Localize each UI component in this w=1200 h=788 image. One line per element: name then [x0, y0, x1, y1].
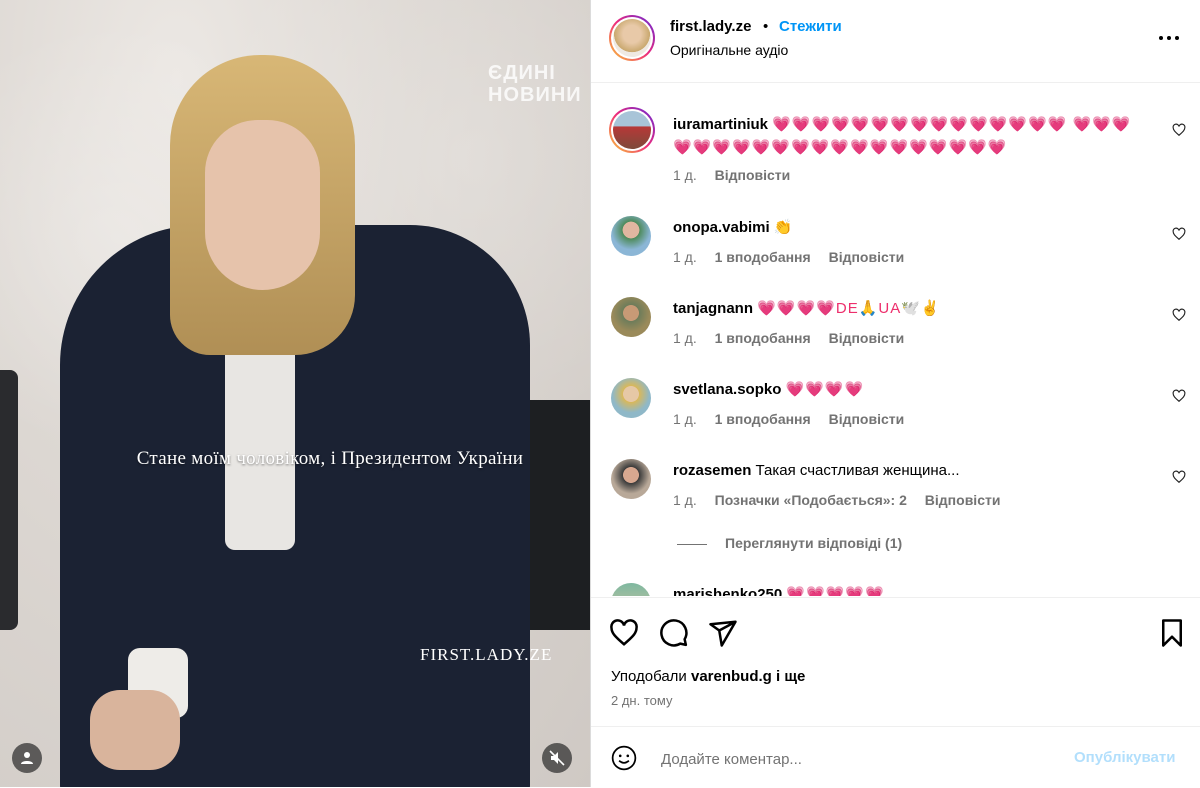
post-comment-button[interactable]: Опублікувати [1074, 749, 1175, 766]
separator-dot: • [763, 18, 769, 35]
bookmark-icon[interactable] [1157, 618, 1187, 648]
comment-text: iuramartiniuk 💗💗💗💗💗💗💗💗💗💗💗💗💗💗💗 💗💗💗💗💗💗💗💗💗💗… [673, 113, 1143, 159]
comment-likes[interactable]: 1 вподобання [715, 249, 811, 265]
post-side-panel: first.lady.ze • Стежити Оригінальне ауді… [591, 0, 1200, 787]
commenter-username[interactable]: tanjagnann [673, 300, 753, 317]
comment-text: rozasemen Такая счастливая женщина... [673, 459, 1143, 482]
likes-prefix: Уподобали [611, 668, 687, 685]
comment-body: 💗💗💗💗 [785, 381, 865, 398]
author-avatar[interactable] [609, 15, 655, 61]
person-hand [90, 690, 180, 770]
reply-button[interactable]: Відповісти [829, 330, 905, 346]
likes-user[interactable]: varenbud.g [691, 668, 772, 685]
view-replies-button[interactable]: Переглянути відповіді (1) [677, 535, 902, 551]
comment-meta: 1 д. Позначки «Подобається»: 2 Відповіст… [673, 492, 1014, 508]
comment-input[interactable] [659, 745, 1053, 773]
share-icon[interactable] [708, 618, 738, 648]
post-header: first.lady.ze • Стежити Оригінальне ауді… [591, 0, 1200, 83]
comment-time: 1 д. [673, 330, 697, 346]
add-comment-bar: Опублікувати [591, 726, 1200, 788]
chair-left [0, 370, 18, 630]
comment-body: 💗💗💗💗💗 [786, 586, 885, 596]
commenter-avatar[interactable] [611, 378, 651, 418]
comments-list[interactable]: iuramartiniuk 💗💗💗💗💗💗💗💗💗💗💗💗💗💗💗 💗💗💗💗💗💗💗💗💗💗… [591, 83, 1200, 596]
reply-button[interactable]: Відповісти [829, 249, 905, 265]
commenter-username[interactable]: iuramartiniuk [673, 116, 768, 133]
comment-meta: 1 д. 1 вподобання Відповісти [673, 330, 918, 346]
tagged-users-button[interactable] [12, 743, 42, 773]
comment-time: 1 д. [673, 492, 697, 508]
comment-meta: 1 д. 1 вподобання Відповісти [673, 249, 918, 265]
comment-text: onopa.vabimi 👏 [673, 216, 1143, 239]
comment-text: marishenko250 💗💗💗💗💗 [673, 583, 1143, 596]
commenter-avatar[interactable] [611, 297, 651, 337]
mute-button[interactable] [542, 743, 572, 773]
comment-likes[interactable]: 1 вподобання [715, 330, 811, 346]
comment-like-icon[interactable] [1172, 308, 1186, 322]
commenter-avatar[interactable] [611, 583, 651, 596]
comment-likes[interactable]: 1 вподобання [715, 411, 811, 427]
commenter-avatar[interactable] [609, 107, 655, 153]
reel-video[interactable]: ЄДИНІ НОВИНИ Стане моїм чоловіком, і Пре… [0, 0, 590, 787]
comment-time: 1 д. [673, 249, 697, 265]
comment-time: 1 д. [673, 167, 697, 183]
commenter-avatar[interactable] [611, 459, 651, 499]
commenter-username[interactable]: onopa.vabimi [673, 219, 770, 236]
comment-like-icon[interactable] [1172, 470, 1186, 484]
heart-icon[interactable] [609, 618, 639, 648]
comment-like-icon[interactable] [1172, 389, 1186, 403]
comment-likes[interactable]: Позначки «Подобається»: 2 [715, 492, 907, 508]
comment-icon[interactable] [659, 618, 689, 648]
likes-suffix[interactable]: і ще [776, 668, 805, 685]
reply-button[interactable]: Відповісти [925, 492, 1001, 508]
person-face [205, 120, 320, 290]
comment-body: 👏 [773, 219, 793, 236]
comment-meta: 1 д. Відповісти [673, 167, 804, 183]
channel-watermark: ЄДИНІ НОВИНИ [488, 62, 582, 106]
author-username[interactable]: first.lady.ze [670, 18, 751, 35]
likes-summary[interactable]: Уподобали varenbud.g і ще [611, 668, 805, 685]
commenter-username[interactable]: svetlana.sopko [673, 381, 781, 398]
reply-button[interactable]: Відповісти [829, 411, 905, 427]
watermark-line-1: ЄДИНІ [488, 62, 556, 84]
commenter-username[interactable]: marishenko250 [673, 586, 782, 596]
watermark-line-2: НОВИНИ [488, 84, 582, 106]
muted-speaker-icon [549, 750, 565, 766]
comment-time: 1 д. [673, 411, 697, 427]
comment-body: 💗💗💗💗DE🙏UA🕊️✌️ [757, 300, 941, 317]
more-dots-icon[interactable] [1157, 26, 1181, 50]
audio-label[interactable]: Оригінальне аудіо [670, 42, 788, 58]
replies-line [677, 543, 707, 545]
smile-icon[interactable] [611, 745, 637, 771]
commenter-username[interactable]: rozasemen [673, 462, 751, 479]
video-handle-overlay: FIRST.LADY.ZE [420, 645, 553, 664]
post-actions: Уподобали varenbud.g і ще 2 дн. тому [591, 597, 1200, 726]
comment-text: tanjagnann 💗💗💗💗DE🙏UA🕊️✌️ [673, 297, 1143, 320]
user-icon [21, 752, 33, 764]
commenter-avatar[interactable] [611, 216, 651, 256]
comment-body: Такая счастливая женщина... [755, 462, 960, 479]
reply-button[interactable]: Відповісти [715, 167, 791, 183]
comment-like-icon[interactable] [1172, 123, 1186, 137]
video-caption: Стане моїм чоловіком, і Президентом Укра… [136, 448, 524, 469]
comment-text: svetlana.sopko 💗💗💗💗 [673, 378, 1143, 401]
post-time: 2 дн. тому [611, 693, 673, 708]
comment-like-icon[interactable] [1172, 227, 1186, 241]
follow-button[interactable]: Стежити [779, 18, 842, 35]
view-replies-label: Переглянути відповіді (1) [725, 535, 903, 551]
comment-meta: 1 д. 1 вподобання Відповісти [673, 411, 918, 427]
